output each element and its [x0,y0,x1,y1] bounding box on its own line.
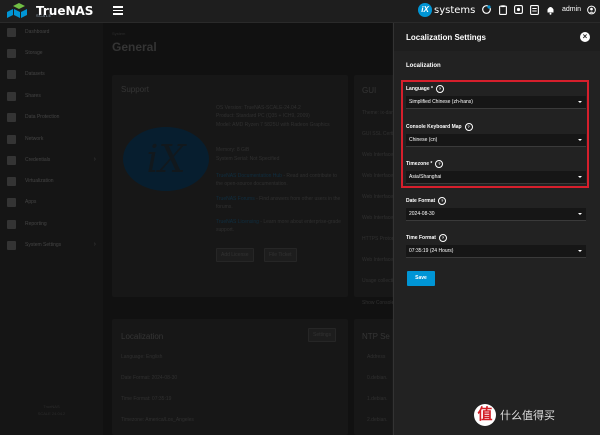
username[interactable]: admin [562,6,581,13]
clipboard-icon[interactable] [498,4,507,15]
time-format-value: 07:35:19 (24 Hours) [409,248,454,254]
date-format-value: 2024-08-30 [409,211,435,217]
watermark-text: 什么值得买 [500,410,555,422]
help-icon[interactable]: ? [438,197,447,205]
watermark-logo: 值 [474,404,496,426]
settings-gear-icon[interactable] [514,4,523,15]
dropdown-arrow-icon [578,213,582,215]
modal-backdrop[interactable] [0,23,392,435]
truecommand-icon[interactable] [482,4,491,15]
close-icon[interactable]: × [580,32,590,42]
panel-title: Localization Settings [406,33,487,42]
date-format-label: Date Format [406,198,436,204]
save-button[interactable]: Save [407,271,435,286]
watermark: 值 什么值得买 [474,404,555,426]
brand-sub: SCALE [36,13,52,18]
account-icon[interactable] [587,4,596,15]
menu-toggle-icon[interactable] [113,6,123,15]
tasks-icon[interactable] [530,4,539,15]
ix-text: systems [434,4,476,16]
date-format-field: Date Format? 2024-08-30 [406,197,586,221]
section-title: Localization [406,63,441,69]
help-icon[interactable]: ? [438,234,447,242]
ix-mark-icon: iX [418,3,432,17]
time-format-select[interactable]: 07:35:19 (24 Hours) [406,245,586,258]
date-label-row: Date Format? [406,197,586,205]
bell-icon[interactable] [546,4,555,15]
highlight-annotation-box [401,80,589,188]
top-bar: TrueNAS SCALE iX systems admin [0,0,600,23]
ixsystems-logo[interactable]: iX systems [418,3,475,17]
time-format-field: Time Format? 07:35:19 (24 Hours) [406,234,586,258]
date-format-select[interactable]: 2024-08-30 [406,208,586,221]
time-label-row: Time Format? [406,234,586,242]
dropdown-arrow-icon [578,250,582,252]
truenas-mark-icon [7,3,27,18]
panel-header: Localization Settings × [394,23,600,51]
time-format-label: Time Format [406,235,436,241]
